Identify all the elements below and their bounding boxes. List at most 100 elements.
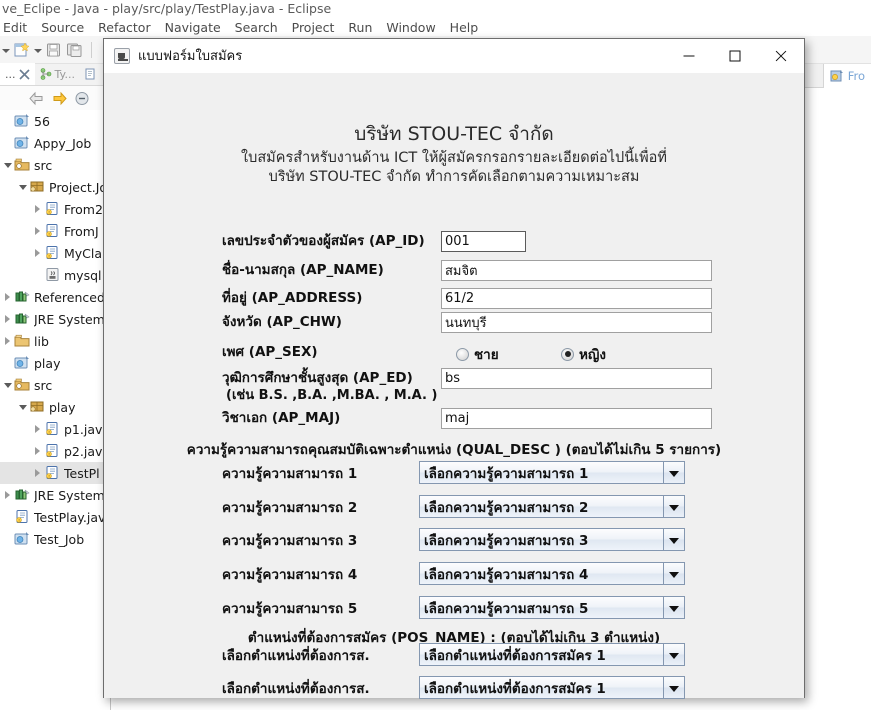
tree-node-play[interactable]: play xyxy=(0,352,104,374)
tree-node-project-jo[interactable]: Project.Jo xyxy=(0,176,104,198)
combo-qualification-1[interactable]: เลือกความรู้ความสามารถ 1 xyxy=(419,461,685,484)
tree-node-src[interactable]: src xyxy=(0,154,104,176)
view-tab-type-hierarchy[interactable]: Ty... xyxy=(35,63,80,85)
jar-icon xyxy=(44,267,61,283)
screen: ve_Eclipe - Java - play/src/play/TestPla… xyxy=(0,0,871,710)
combo-position-2[interactable]: เลือกตำแหน่งที่ต้องการสมัคร 1 xyxy=(419,676,685,699)
menu-item-edit[interactable]: Edit xyxy=(3,20,27,35)
chevron-down-icon[interactable] xyxy=(663,529,684,550)
chevron-right-icon[interactable] xyxy=(32,220,44,242)
close-icon[interactable] xyxy=(18,68,30,80)
tree-node-jre-system-li[interactable]: JRE System Li xyxy=(0,308,104,330)
tree-node-test-job[interactable]: Test_Job xyxy=(0,528,104,550)
chevron-right-icon[interactable] xyxy=(2,308,14,330)
maximize-button[interactable] xyxy=(712,39,758,72)
svg-text:!: ! xyxy=(48,474,49,478)
input-ap-address[interactable] xyxy=(441,288,712,309)
tree-node-lib[interactable]: lib xyxy=(0,330,104,352)
dialog-title-bar[interactable]: แบบฟอร์มใบสมัคร xyxy=(104,39,804,73)
chevron-right-icon[interactable] xyxy=(32,440,44,462)
chevron-right-icon[interactable] xyxy=(32,418,44,440)
close-button[interactable] xyxy=(758,39,804,72)
combo-qualification-2[interactable]: เลือกความรู้ความสามารถ 2 xyxy=(419,495,685,518)
tree-node-src[interactable]: src xyxy=(0,374,104,396)
chevron-down-icon[interactable] xyxy=(2,374,14,396)
menu-item-project[interactable]: Project xyxy=(292,20,335,35)
save-icon[interactable] xyxy=(45,41,63,59)
menu-item-refactor[interactable]: Refactor xyxy=(98,20,150,35)
chevron-down-icon[interactable] xyxy=(17,176,29,198)
svg-text:!: ! xyxy=(48,254,49,258)
radio-option-female[interactable]: หญิง xyxy=(561,343,606,365)
chevron-down-icon[interactable] xyxy=(663,462,684,483)
view-tab-package-explorer[interactable]: ... xyxy=(0,63,35,85)
chevron-right-icon[interactable] xyxy=(32,198,44,220)
radio-button-icon[interactable] xyxy=(456,347,469,361)
java-project-icon xyxy=(14,135,31,151)
chevron-down-icon[interactable] xyxy=(663,677,684,698)
menu-item-navigate[interactable]: Navigate xyxy=(165,20,221,35)
menu-item-search[interactable]: Search xyxy=(235,20,278,35)
tree-node-p1-jav[interactable]: ! p1.jav xyxy=(0,418,104,440)
java-project-icon xyxy=(14,531,31,547)
chevron-down-icon[interactable] xyxy=(2,154,14,176)
input-ap-chw[interactable] xyxy=(441,312,712,333)
tree-node-from2[interactable]: ! From2 xyxy=(0,198,104,220)
tree-node-appy-job[interactable]: Appy_Job xyxy=(0,132,104,154)
chevron-right-icon[interactable] xyxy=(32,462,44,484)
tree-node-fromj[interactable]: ! FromJ xyxy=(0,220,104,242)
tree-node-jre-system-li[interactable]: JRE System Li xyxy=(0,484,104,506)
menu-item-run[interactable]: Run xyxy=(348,20,372,35)
chevron-right-icon[interactable] xyxy=(32,242,44,264)
combo-qualification-5[interactable]: เลือกความรู้ความสามารถ 5 xyxy=(419,596,685,619)
menu-item-help[interactable]: Help xyxy=(450,20,479,35)
new-wizard-caret-icon[interactable] xyxy=(34,41,42,59)
menu-item-window[interactable]: Window xyxy=(386,20,435,35)
menu-item-source[interactable]: Source xyxy=(41,20,84,35)
minimize-button[interactable] xyxy=(666,39,712,72)
input-ap-ed[interactable] xyxy=(441,368,712,389)
library-icon xyxy=(14,487,31,503)
tree-node-mycla[interactable]: ! MyCla xyxy=(0,242,104,264)
input-ap-name[interactable] xyxy=(441,260,712,281)
input-ap-maj[interactable] xyxy=(441,408,712,429)
editor-tab-from[interactable]: Fro xyxy=(822,64,871,88)
tree-node-label: play xyxy=(49,399,76,415)
source-folder-icon xyxy=(14,377,31,393)
collapse-all-icon[interactable] xyxy=(74,91,90,106)
input-ap-id[interactable] xyxy=(441,231,526,252)
combo-qualification-4[interactable]: เลือกความรู้ความสามารถ 4 xyxy=(419,562,685,585)
combo-selected-value: เลือกความรู้ความสามารถ 1 xyxy=(424,465,589,482)
tree-node-p2-jav[interactable]: ! p2.jav xyxy=(0,440,104,462)
package-icon xyxy=(29,179,46,195)
tree-node-56[interactable]: 56 xyxy=(0,110,104,132)
tree-node-testpl[interactable]: ! TestPl xyxy=(0,462,104,484)
chevron-right-icon[interactable] xyxy=(2,286,14,308)
chevron-down-icon[interactable] xyxy=(663,597,684,618)
radio-option-male[interactable]: ชาย xyxy=(456,343,499,365)
label-ap-name: ชื่อ-นามสกุล (AP_NAME) xyxy=(222,262,384,278)
combo-position-1[interactable]: เลือกตำแหน่งที่ต้องการสมัคร 1 xyxy=(419,643,685,666)
back-arrow-icon[interactable] xyxy=(28,91,45,106)
chevron-down-icon[interactable] xyxy=(663,644,684,665)
company-heading: บริษัท STOU-TEC จำกัด xyxy=(354,123,554,145)
toolbar-dropdown-caret-icon[interactable] xyxy=(2,41,10,59)
view-tab-extra[interactable] xyxy=(80,63,103,85)
chevron-down-icon[interactable] xyxy=(663,563,684,584)
tree-node-mysql[interactable]: mysql xyxy=(0,264,104,286)
save-all-icon[interactable] xyxy=(66,41,84,59)
forward-arrow-icon[interactable] xyxy=(51,91,68,106)
chevron-down-icon[interactable] xyxy=(17,396,29,418)
tree-node-play[interactable]: play xyxy=(0,396,104,418)
chevron-right-icon[interactable] xyxy=(2,484,14,506)
tree-node-testplay-java[interactable]: ! TestPlay.java xyxy=(0,506,104,528)
radio-button-icon[interactable] xyxy=(561,347,574,361)
project-explorer-tree[interactable]: 56 Appy_Job src Project.Jo! From2! FromJ! MyCl… xyxy=(0,110,104,710)
combo-qualification-3[interactable]: เลือกความรู้ความสามารถ 3 xyxy=(419,528,685,551)
tree-node-label: Referenced L xyxy=(34,289,104,305)
new-wizard-icon[interactable] xyxy=(13,41,31,59)
tree-node-referenced-l[interactable]: Referenced L xyxy=(0,286,104,308)
chevron-down-icon[interactable] xyxy=(663,496,684,517)
chevron-right-icon[interactable] xyxy=(2,330,14,352)
